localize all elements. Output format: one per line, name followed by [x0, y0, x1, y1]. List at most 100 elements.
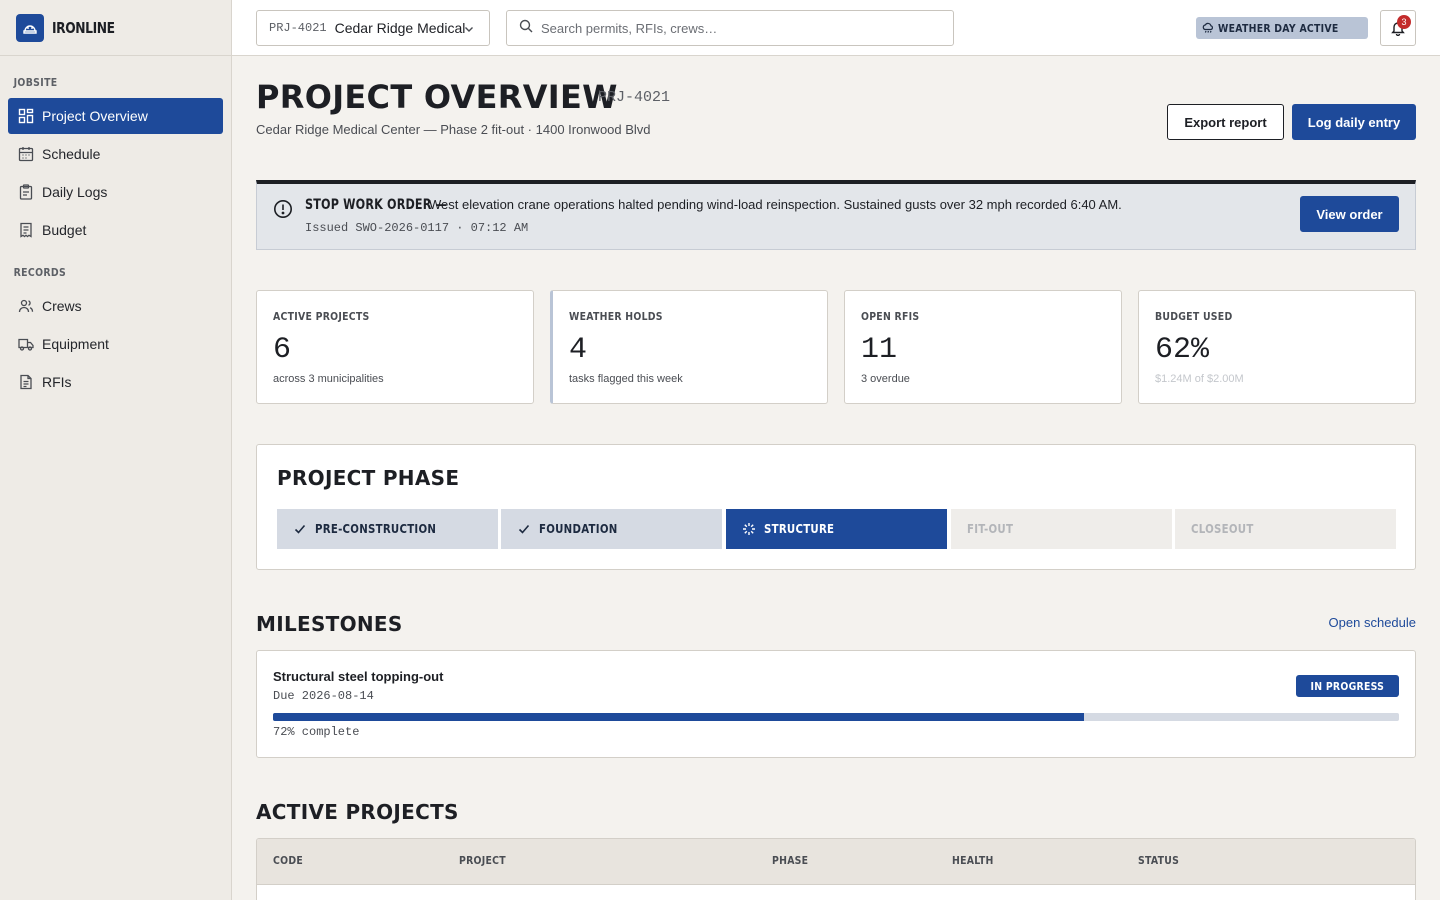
project-selector-code: PRJ-4021	[269, 21, 327, 35]
nav-section-records: RECORDS	[13, 266, 67, 279]
spinner-icon	[742, 522, 756, 536]
stat-card-active-projects: ACTIVE PROJECTS 6 across 3 municipalitie…	[256, 290, 534, 404]
clipboard-icon	[18, 184, 34, 200]
sidebar-item-project-overview[interactable]: Project Overview	[8, 98, 223, 134]
project-selector-name: Cedar Ridge Medical	[334, 20, 466, 36]
stat-label: WEATHER HOLDS	[569, 310, 663, 323]
stat-card-budget-used: BUDGET USED 62% $1.24M of $2.00M	[1138, 290, 1416, 404]
alert-message: West elevation crane operations halted p…	[429, 197, 1122, 212]
column-header-code[interactable]: CODE	[273, 854, 303, 867]
search-icon	[519, 19, 533, 38]
stat-subtext: across 3 municipalities	[273, 373, 384, 385]
phase-step-label: FIT-OUT	[967, 522, 1014, 536]
sidebar-item-schedule[interactable]: Schedule	[8, 136, 223, 172]
alert-title: STOP WORK ORDER —	[305, 197, 447, 213]
stat-subtext: tasks flagged this week	[569, 373, 683, 385]
topbar: PRJ-4021 Cedar Ridge Medical WEATHER DAY…	[232, 0, 1440, 56]
phase-step-label: PRE-CONSTRUCTION	[315, 522, 437, 536]
sidebar-item-label: Schedule	[42, 146, 101, 162]
milestone-progress-bar	[273, 713, 1399, 721]
stat-label: ACTIVE PROJECTS	[273, 310, 370, 323]
stat-card-weather-holds: WEATHER HOLDS 4 tasks flagged this week	[550, 290, 828, 404]
milestone-status-label: IN PROGRESS	[1310, 679, 1385, 693]
sidebar-item-label: Budget	[42, 222, 87, 238]
stop-work-order-alert: STOP WORK ORDER — West elevation crane o…	[256, 180, 1416, 250]
sidebar-item-crews[interactable]: Crews	[8, 288, 223, 324]
project-selector[interactable]: PRJ-4021 Cedar Ridge Medical	[256, 10, 490, 46]
sidebar-item-label: Daily Logs	[42, 184, 108, 200]
phase-step-foundation[interactable]: FOUNDATION	[501, 509, 722, 549]
stat-subtext: $1.24M of $2.00M	[1155, 373, 1244, 385]
users-icon	[18, 298, 34, 314]
stat-label: BUDGET USED	[1155, 310, 1233, 323]
check-icon	[517, 522, 531, 536]
milestone-progress-label: 72% complete	[273, 725, 360, 739]
truck-icon	[18, 336, 34, 352]
search-box[interactable]	[506, 10, 954, 46]
phase-step-closeout[interactable]: CLOSEOUT	[1175, 509, 1396, 549]
check-icon	[293, 522, 307, 536]
page-subtitle: Cedar Ridge Medical Center — Phase 2 fit…	[256, 122, 651, 137]
phase-step-fit-out[interactable]: FIT-OUT	[951, 509, 1172, 549]
section-title-project-phase: PROJECT PHASE	[277, 466, 460, 490]
stat-value: 4	[569, 333, 588, 367]
log-daily-entry-button[interactable]: Log daily entry	[1292, 104, 1416, 140]
calendar-icon	[18, 146, 34, 162]
column-header-status[interactable]: STATUS	[1138, 854, 1179, 867]
milestone-due: Due 2026-08-14	[273, 689, 374, 703]
phase-step-pre-construction[interactable]: PRE-CONSTRUCTION	[277, 509, 498, 549]
page-title: PROJECT OVERVIEW	[256, 78, 618, 116]
rain-cloud-icon	[1202, 22, 1214, 34]
receipt-icon	[18, 222, 34, 238]
sidebar-item-label: Project Overview	[42, 108, 148, 124]
export-report-button[interactable]: Export report	[1167, 104, 1284, 140]
sidebar-item-label: Crews	[42, 298, 82, 314]
column-header-health[interactable]: HEALTH	[952, 854, 994, 867]
notification-count-badge: 3	[1397, 15, 1411, 29]
milestone-title: Structural steel topping-out	[273, 669, 444, 684]
sidebar-item-equipment[interactable]: Equipment	[8, 326, 223, 362]
weather-badge-label: WEATHER DAY ACTIVE	[1218, 21, 1339, 35]
weather-day-badge: WEATHER DAY ACTIVE	[1196, 17, 1368, 39]
nav-section-jobsite: JOBSITE	[13, 76, 58, 89]
milestone-status-badge: IN PROGRESS	[1296, 675, 1399, 697]
stat-value: 6	[273, 333, 292, 367]
brand[interactable]: IRONLINE	[0, 0, 231, 56]
column-header-phase[interactable]: PHASE	[772, 854, 808, 867]
milestone-progress-fill	[273, 713, 1084, 721]
hardhat-logo-icon	[16, 13, 44, 42]
stat-label: OPEN RFIS	[861, 310, 920, 323]
sidebar: IRONLINE JOBSITE Project Overview Schedu…	[0, 0, 232, 900]
document-icon	[18, 374, 34, 390]
column-header-project[interactable]: PROJECT	[459, 854, 506, 867]
table-header: CODE PROJECT PHASE HEALTH STATUS	[257, 839, 1415, 885]
sidebar-item-budget[interactable]: Budget	[8, 212, 223, 248]
section-title-milestones: MILESTONES	[256, 612, 403, 636]
projects-table: CODE PROJECT PHASE HEALTH STATUS	[256, 838, 1416, 900]
chevron-down-icon	[463, 22, 475, 40]
sidebar-item-rfis[interactable]: RFIs	[8, 364, 223, 400]
phase-step-label: FOUNDATION	[539, 522, 618, 536]
sidebar-item-label: RFIs	[42, 374, 72, 390]
stat-value: 62%	[1155, 333, 1210, 367]
phase-step-label: STRUCTURE	[764, 522, 835, 536]
alert-meta: Issued SWO-2026-0117 · 07:12 AM	[305, 221, 529, 235]
stat-card-open-rfis: OPEN RFIS 11 3 overdue	[844, 290, 1122, 404]
sidebar-item-label: Equipment	[42, 336, 109, 352]
milestone-card[interactable]: Structural steel topping-out Due 2026-08…	[256, 650, 1416, 758]
phase-step-structure[interactable]: STRUCTURE	[726, 509, 947, 549]
phase-step-label: CLOSEOUT	[1191, 522, 1254, 536]
search-input[interactable]	[541, 20, 921, 36]
sidebar-item-daily-logs[interactable]: Daily Logs	[8, 174, 223, 210]
page-project-code: PRJ-4021	[598, 89, 671, 106]
notifications-button[interactable]: 3	[1380, 10, 1416, 46]
section-title-active-projects: ACTIVE PROJECTS	[256, 800, 459, 824]
view-order-button[interactable]: View order	[1300, 196, 1399, 232]
project-phase-card: PROJECT PHASE PRE-CONSTRUCTION FOUNDATIO…	[256, 444, 1416, 570]
alert-circle-icon	[273, 199, 293, 224]
grid-icon	[18, 108, 34, 124]
brand-name: IRONLINE	[52, 18, 115, 37]
open-schedule-link[interactable]: Open schedule	[1329, 615, 1416, 630]
stat-value: 11	[861, 333, 898, 367]
stat-subtext: 3 overdue	[861, 373, 910, 385]
